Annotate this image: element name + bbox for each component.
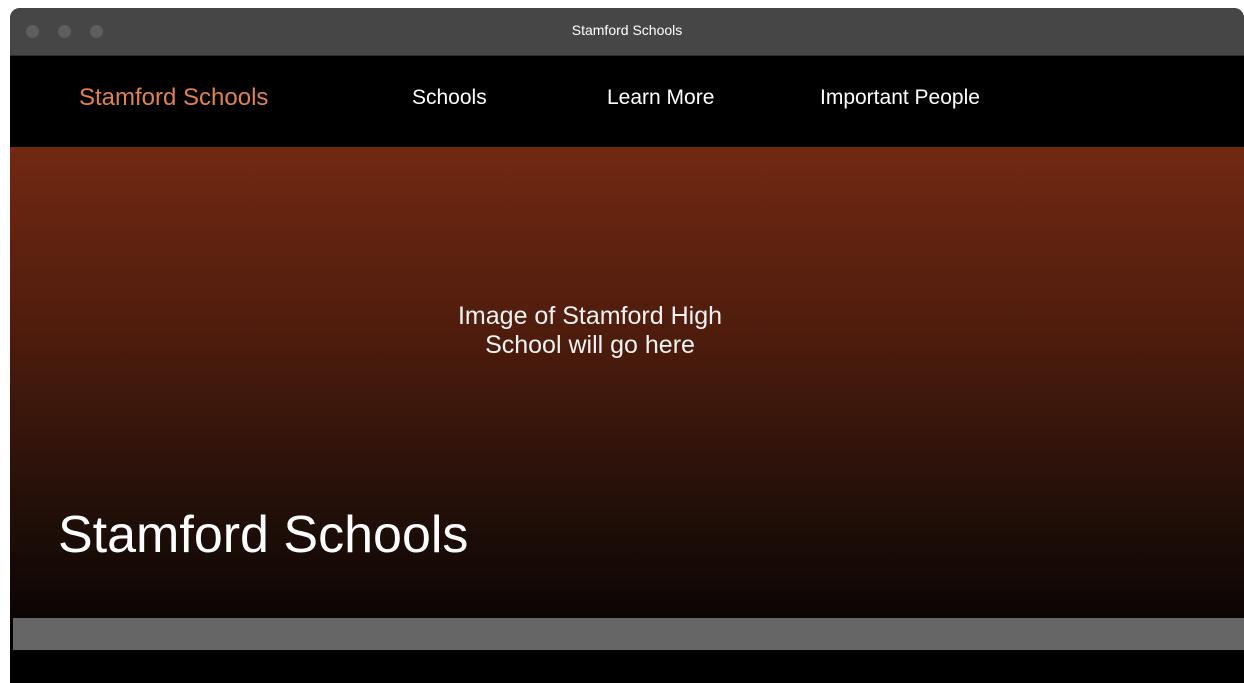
nav-item-learn-more[interactable]: Learn More [607, 86, 714, 110]
hero-image-placeholder: Image of Stamford High School will go he… [440, 302, 740, 360]
top-navbar: Stamford Schools Schools Learn More Impo… [10, 56, 1244, 147]
nav-item-schools[interactable]: Schools [412, 86, 487, 110]
page-bottom-area [10, 650, 1244, 683]
hero-placeholder-line-2: School will go here [485, 331, 695, 359]
hero-title: Stamford Schools [58, 506, 469, 564]
nav-item-important-people[interactable]: Important People [820, 86, 980, 110]
section-divider-band [13, 618, 1244, 650]
hero-banner: Image of Stamford High School will go he… [10, 147, 1244, 619]
window-titlebar[interactable]: Stamford Schools [10, 8, 1244, 56]
nav-brand-link[interactable]: Stamford Schools [79, 84, 268, 112]
app-window: Stamford Schools Stamford Schools School… [10, 8, 1244, 683]
hero-placeholder-line-1: Image of Stamford High [457, 302, 722, 330]
window-title: Stamford Schools [571, 22, 683, 38]
